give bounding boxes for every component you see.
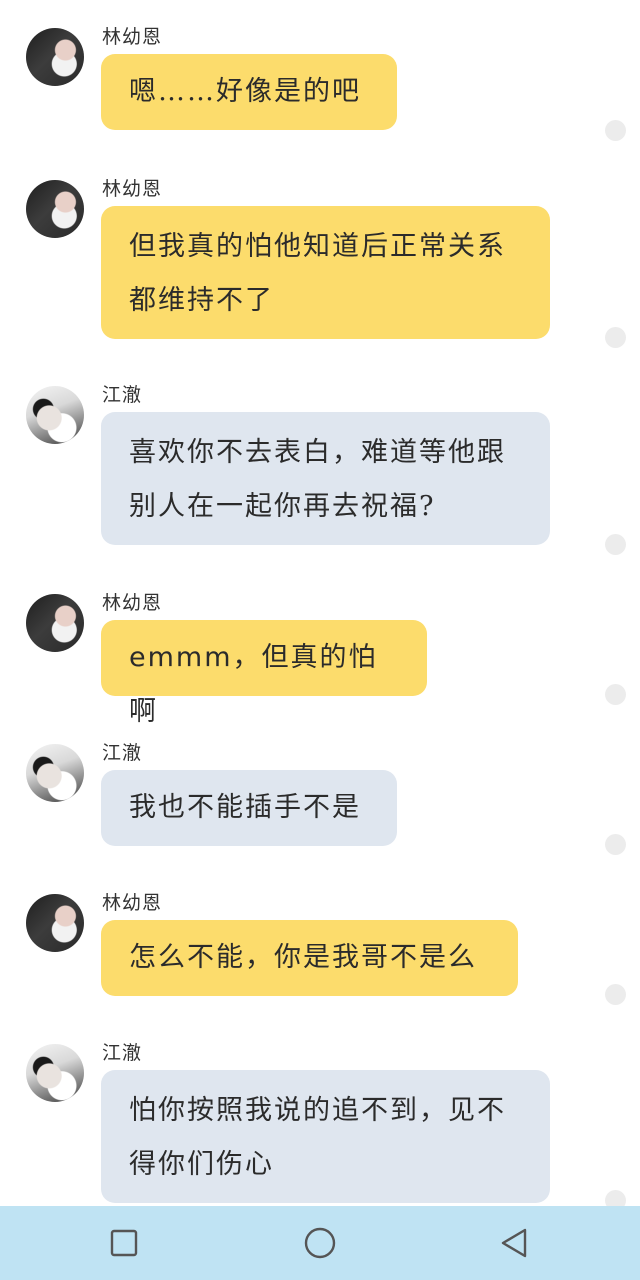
back-icon bbox=[501, 1228, 527, 1258]
avatar[interactable] bbox=[26, 28, 84, 86]
status-dot bbox=[605, 984, 626, 1005]
recent-apps-icon bbox=[110, 1229, 138, 1257]
status-dot bbox=[605, 534, 626, 555]
navigation-bar bbox=[0, 1206, 640, 1280]
sender-name: 江澈 bbox=[102, 384, 143, 406]
sender-name: 林幼恩 bbox=[102, 592, 163, 614]
home-button[interactable] bbox=[280, 1206, 360, 1280]
sender-name: 林幼恩 bbox=[102, 26, 163, 48]
message-bubble[interactable]: emmm，但真的怕啊 bbox=[101, 620, 427, 727]
chat-screen: 林幼恩 嗯……好像是的吧 林幼恩 但我真的怕他知道后正常关系都维持不了 江澈 喜… bbox=[0, 0, 640, 1280]
message-bubble[interactable]: 但我真的怕他知道后正常关系都维持不了 bbox=[101, 206, 550, 339]
status-dot bbox=[605, 327, 626, 348]
status-dot bbox=[605, 834, 626, 855]
avatar[interactable] bbox=[26, 594, 84, 652]
avatar[interactable] bbox=[26, 1044, 84, 1102]
status-dot bbox=[605, 120, 626, 141]
sender-name: 林幼恩 bbox=[102, 892, 163, 914]
sender-name: 江澈 bbox=[102, 742, 143, 764]
avatar[interactable] bbox=[26, 894, 84, 952]
status-dot bbox=[605, 684, 626, 705]
avatar[interactable] bbox=[26, 744, 84, 802]
recent-apps-button[interactable] bbox=[84, 1206, 164, 1280]
message-bubble[interactable]: 我也不能插手不是 bbox=[101, 770, 397, 846]
home-icon bbox=[304, 1227, 336, 1259]
message-bubble[interactable]: 怕你按照我说的追不到，见不得你们伤心 bbox=[101, 1070, 550, 1203]
message-bubble[interactable]: 怎么不能，你是我哥不是么 bbox=[101, 920, 518, 996]
sender-name: 江澈 bbox=[102, 1042, 143, 1064]
message-bubble[interactable]: 喜欢你不去表白，难道等他跟别人在一起你再去祝福? bbox=[101, 412, 550, 545]
sender-name: 林幼恩 bbox=[102, 178, 163, 200]
avatar[interactable] bbox=[26, 180, 84, 238]
avatar[interactable] bbox=[26, 386, 84, 444]
message-bubble[interactable]: 嗯……好像是的吧 bbox=[101, 54, 397, 130]
back-button[interactable] bbox=[474, 1206, 554, 1280]
